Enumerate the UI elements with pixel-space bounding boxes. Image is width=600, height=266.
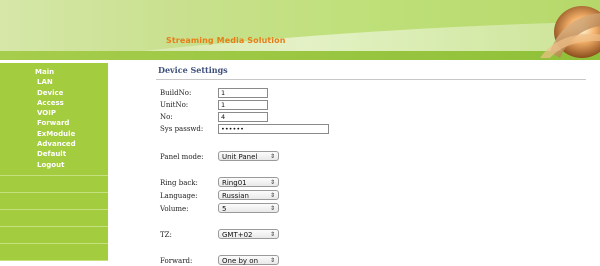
sys-passwd-input[interactable]: •••••• [218, 124, 329, 134]
unit-no-input[interactable]: 1 [218, 100, 268, 110]
ring-back-label: Ring back: [160, 179, 198, 187]
build-no-input[interactable]: 1 [218, 88, 268, 98]
header-title: Streaming Media Solution [166, 36, 286, 45]
tz-label: TZ: [160, 231, 172, 239]
select-arrows-icon: ⇕ [269, 231, 275, 238]
header-bar [0, 51, 600, 60]
select-arrows-icon: ⇕ [269, 257, 275, 264]
forward-select[interactable]: One by on ⇕ [218, 255, 279, 265]
build-no-label: BuildNo: [160, 89, 192, 97]
sidebar-item-access[interactable]: Access [0, 98, 108, 108]
no-input[interactable]: 4 [218, 112, 268, 122]
select-arrows-icon: ⇕ [269, 179, 275, 186]
panel-mode-label: Panel mode: [160, 153, 204, 161]
select-arrows-icon: ⇕ [269, 205, 275, 212]
volume-label: Volume: [160, 205, 189, 213]
page-title: Device Settings [158, 65, 228, 75]
select-arrows-icon: ⇕ [269, 192, 275, 199]
sidebar-item-exmodule[interactable]: ExModule [0, 129, 108, 139]
sidebar: Main LAN Device Access VOIP Forward ExMo… [0, 63, 108, 261]
sidebar-divider [0, 259, 108, 261]
header-banner: Streaming Media Solution [0, 0, 600, 60]
forward-value: One by on [222, 257, 259, 265]
select-arrows-icon: ⇕ [269, 153, 275, 160]
panel-mode-value: Unit Panel [222, 153, 258, 161]
ring-back-select[interactable]: Ring01 ⇕ [218, 177, 279, 187]
main-content: Device Settings BuildNo: 1 UnitNo: 1 No:… [108, 60, 600, 265]
volume-select[interactable]: 5 ⇕ [218, 203, 279, 213]
forward-label: Forward: [160, 257, 193, 265]
sidebar-item-advanced[interactable]: Advanced [0, 139, 108, 149]
decorative-orb-icon [540, 6, 600, 58]
title-divider [156, 79, 586, 80]
ring-back-value: Ring01 [222, 179, 247, 187]
sidebar-item-logout[interactable]: Logout [0, 160, 108, 170]
unit-no-label: UnitNo: [160, 101, 189, 109]
sidebar-item-forward[interactable]: Forward [0, 118, 108, 128]
language-select[interactable]: Russian ⇕ [218, 190, 279, 200]
sidebar-item-lan[interactable]: LAN [0, 77, 108, 87]
sidebar-item-voip[interactable]: VOIP [0, 108, 108, 118]
panel-mode-select[interactable]: Unit Panel ⇕ [218, 151, 279, 161]
sidebar-item-default[interactable]: Default [0, 149, 108, 159]
tz-value: GMT+02 [222, 231, 253, 239]
sidebar-item-main[interactable]: Main [0, 67, 108, 77]
language-label: Language: [160, 192, 198, 200]
sidebar-item-device[interactable]: Device [0, 88, 108, 98]
sys-passwd-label: Sys passwd: [160, 125, 204, 133]
language-value: Russian [222, 192, 249, 200]
volume-value: 5 [222, 205, 227, 213]
no-label: No: [160, 113, 173, 121]
sidebar-nav: Main LAN Device Access VOIP Forward ExMo… [0, 63, 108, 170]
tz-select[interactable]: GMT+02 ⇕ [218, 229, 279, 239]
